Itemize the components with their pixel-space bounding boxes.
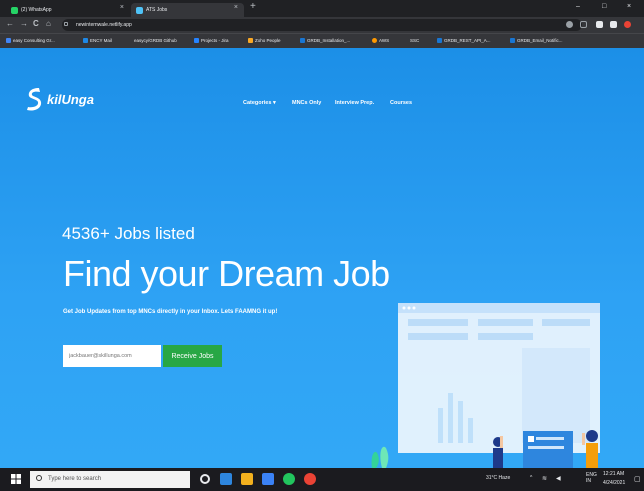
edge-icon[interactable] [220, 473, 232, 485]
app-icon[interactable] [304, 473, 316, 485]
tray-chevron-icon[interactable]: ^ [530, 475, 532, 481]
extension-icon[interactable] [596, 21, 603, 28]
search-icon [36, 475, 42, 481]
bookmark-icon [248, 38, 253, 43]
star-icon[interactable] [580, 21, 587, 28]
bookmark-item[interactable]: GRDB_Installation_... [300, 38, 350, 43]
windows-start-icon[interactable] [11, 474, 21, 484]
home-button[interactable]: ⌂ [46, 19, 51, 28]
receive-jobs-button[interactable]: Receive Jobs [163, 345, 222, 367]
bookmark-item[interactable]: easy Consulting Gr... [6, 38, 55, 43]
site-logo[interactable]: kilUnga [25, 86, 94, 112]
bookmark-item[interactable]: GRDB_Email_Notific... [510, 38, 563, 43]
close-tab-icon[interactable]: × [234, 4, 238, 11]
tab-ats-jobs[interactable]: ATS Jobs × [131, 3, 244, 17]
menu-icon[interactable] [624, 21, 631, 28]
whatsapp-icon [11, 6, 18, 14]
hero-subtitle: Get Job Updates from top MNCs directly i… [63, 309, 278, 315]
email-input[interactable] [63, 345, 161, 367]
reload-button[interactable]: C [33, 19, 39, 28]
clock-time[interactable]: 12:21 AM [603, 471, 624, 477]
bookmark-item[interactable]: SSC [410, 38, 419, 43]
clock-date[interactable]: 4/24/2021 [603, 480, 625, 486]
profile-icon[interactable] [610, 21, 617, 28]
close-tab-icon[interactable]: × [120, 4, 124, 11]
tab-label: (2) WhatsApp [21, 7, 52, 13]
browser-tab-bar: (2) WhatsApp × ATS Jobs × + – □ × [0, 0, 644, 17]
file-explorer-icon[interactable] [241, 473, 253, 485]
new-tab-button[interactable]: + [250, 1, 256, 12]
bookmark-item[interactable]: Projects - Jira [194, 38, 229, 43]
minimize-button[interactable]: – [576, 3, 580, 10]
volume-icon[interactable]: ◀ [556, 475, 561, 482]
skillunga-favicon-icon [136, 6, 143, 14]
bookmarks-bar: easy Consulting Gr... ENCY Mail easycy/G… [0, 33, 644, 48]
store-icon[interactable] [262, 473, 274, 485]
bookmark-icon [510, 38, 515, 43]
bookmark-item[interactable]: easycy/GRDB Github [134, 38, 177, 43]
bookmark-icon [437, 38, 442, 43]
tab-label: ATS Jobs [146, 7, 168, 13]
nav-courses[interactable]: Courses [390, 100, 412, 106]
bookmark-icon [300, 38, 305, 43]
bookmark-item[interactable]: GRDB_REST_API_A... [437, 38, 491, 43]
bookmark-icon [372, 38, 377, 43]
dashboard-illustration [371, 303, 600, 468]
lock-icon[interactable] [64, 22, 68, 26]
chrome-icon[interactable] [283, 473, 295, 485]
bookmark-item[interactable]: AWS [372, 38, 389, 43]
bookmark-icon [194, 38, 199, 43]
nav-interview-prep[interactable]: Interview Prep. [335, 100, 374, 106]
share-icon[interactable] [566, 21, 573, 28]
address-bar-row: ← → C ⌂ newinternwale.netlify.app [0, 17, 644, 33]
windows-taskbar: Type here to search 31°C Haze ^ ≋ ◀ ENG … [0, 468, 644, 491]
logo-text: kilUnga [47, 91, 94, 107]
jobs-count-tagline: 4536+ Jobs listed [62, 224, 195, 243]
skillunga-logo-icon [27, 88, 42, 111]
language-text[interactable]: ENG IN [586, 472, 602, 484]
weather-text[interactable]: 31°C Haze [486, 475, 510, 481]
tab-whatsapp[interactable]: (2) WhatsApp × [6, 3, 130, 17]
bookmark-icon [6, 38, 11, 43]
forward-button[interactable]: → [20, 19, 28, 28]
cortana-icon[interactable] [200, 474, 210, 484]
taskbar-search-input[interactable]: Type here to search [30, 471, 190, 488]
nav-mncs-only[interactable]: MNCs Only [292, 100, 321, 106]
nav-categories[interactable]: Categories ▾ [243, 100, 276, 106]
notification-icon[interactable]: ▢ [634, 475, 641, 483]
bookmark-icon [83, 38, 88, 43]
hero-section: kilUnga Categories ▾ MNCs Only Interview… [0, 48, 644, 468]
page-title: Find your Dream Job [63, 253, 390, 294]
bookmark-item[interactable]: Zoho People [248, 38, 281, 43]
url-text: newinternwale.netlify.app [76, 22, 132, 28]
close-window-button[interactable]: × [627, 3, 631, 10]
bookmark-item[interactable]: ENCY Mail [83, 38, 112, 43]
maximize-button[interactable]: □ [602, 3, 606, 10]
search-placeholder: Type here to search [48, 476, 102, 482]
url-input[interactable]: newinternwale.netlify.app [62, 19, 582, 31]
network-icon[interactable]: ≋ [542, 475, 547, 482]
back-button[interactable]: ← [6, 19, 14, 28]
